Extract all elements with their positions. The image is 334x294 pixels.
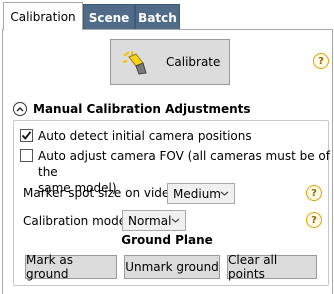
chevron-down-icon — [220, 191, 229, 196]
calibrate-button[interactable]: Calibrate — [110, 39, 230, 85]
help-icon[interactable]: ? — [313, 53, 329, 69]
auto-detect-checkbox[interactable] — [20, 129, 33, 142]
section-title: Manual Calibration Adjustments — [33, 102, 251, 116]
marker-spot-size-value: Medium — [173, 186, 221, 201]
section-header[interactable]: Manual Calibration Adjustments — [13, 100, 251, 118]
tab-batch-label: Batch — [138, 10, 177, 25]
clear-all-points-button[interactable]: Clear all points — [227, 253, 317, 281]
calibration-mode-label: Calibration mode: — [23, 214, 131, 228]
mark-as-ground-button[interactable]: Mark as ground — [25, 253, 117, 281]
collapse-chevron-up-icon[interactable] — [13, 102, 27, 116]
calibration-mode-help-glyph: ? — [311, 214, 317, 226]
tab-batch[interactable]: Batch — [135, 4, 180, 30]
clear-all-points-label: Clear all points — [228, 253, 278, 281]
unmark-ground-button[interactable]: Unmark ground — [124, 255, 220, 279]
tab-calibration[interactable]: Calibration — [3, 2, 83, 30]
marker-spot-help-glyph: ? — [311, 187, 317, 199]
tab-scene-label: Scene — [88, 10, 130, 25]
calibrate-button-label: Calibrate — [166, 55, 221, 69]
tab-scene[interactable]: Scene — [83, 4, 135, 30]
marker-spot-label: Marker spot size on video: — [23, 186, 181, 200]
ground-plane-title: Ground Plane — [121, 233, 213, 247]
help-icon-glyph: ? — [318, 55, 324, 67]
marker-spot-help-icon[interactable]: ? — [306, 185, 322, 201]
auto-detect-checkbox-row[interactable]: Auto detect initial camera positions — [20, 128, 252, 144]
unmark-ground-label: Unmark ground — [125, 260, 219, 274]
checkmark-icon — [21, 131, 32, 140]
calibration-mode-select[interactable]: Normal — [122, 210, 186, 231]
auto-adjust-fov-checkbox[interactable] — [20, 149, 33, 162]
marker-spot-size-select[interactable]: Medium — [167, 183, 235, 204]
mark-as-ground-label: Mark as ground — [26, 253, 74, 281]
tab-bar: Calibration Scene Batch — [0, 0, 334, 30]
auto-detect-label: Auto detect initial camera positions — [38, 129, 252, 143]
magic-wand-icon — [122, 51, 147, 75]
chevron-down-icon — [171, 218, 180, 223]
auto-adjust-fov-label-line1: Auto adjust camera FOV (all cameras must… — [38, 149, 330, 179]
tab-calibration-label: Calibration — [10, 9, 76, 24]
calibration-mode-help-icon[interactable]: ? — [306, 212, 322, 228]
calibration-mode-value: Normal — [128, 213, 172, 228]
